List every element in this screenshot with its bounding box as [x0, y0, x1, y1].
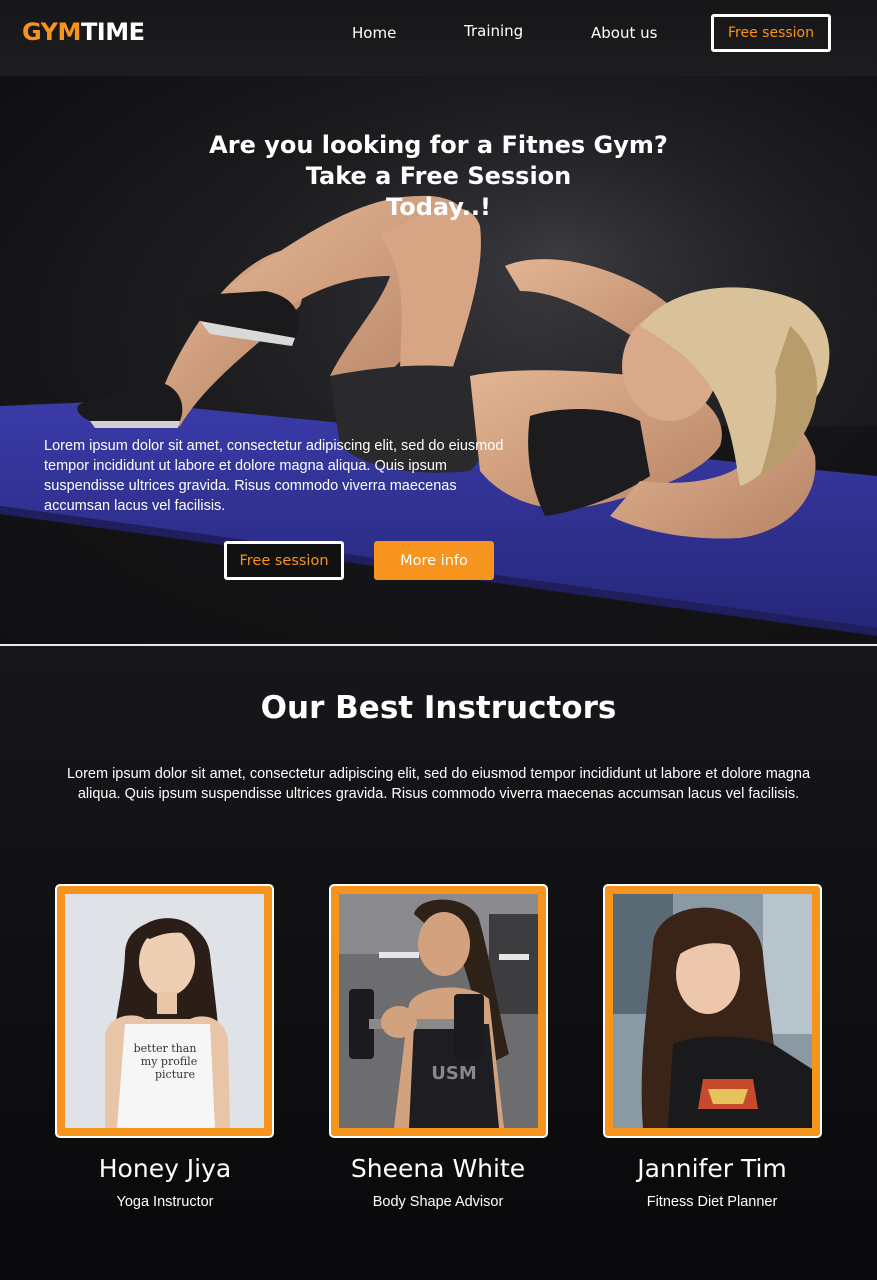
nav-link-training[interactable]: Training [464, 22, 523, 40]
hero-description: Lorem ipsum dolor sit amet, consectetur … [44, 438, 504, 514]
hero-free-session-button[interactable]: Free session [224, 541, 344, 580]
instructor-role-jannifer: Fitness Diet Planner [646, 1194, 778, 1210]
hero-more-info-button[interactable]: More info [374, 541, 494, 580]
nav-link-home[interactable]: Home [352, 24, 396, 42]
instructor-name-sheena: Sheena White [350, 1154, 526, 1183]
instructor-photo-frame [603, 884, 822, 1138]
instructor-role-sheena: Body Shape Advisor [372, 1194, 504, 1210]
hero-headline-line2: Take a Free Session [305, 162, 572, 190]
logo-time-text: TIME [80, 18, 145, 46]
instructor-name-jannifer: Jannifer Tim [637, 1154, 787, 1183]
instructor-photo-frame: USM [329, 884, 548, 1138]
instructor-photo-honey: better than my profile picture [65, 894, 264, 1128]
instructors-title: Our Best Instructors [260, 690, 617, 726]
hero-headline-line1: Are you looking for a Fitnes Gym? [209, 131, 668, 159]
hero-headline-line3: Today..! [386, 193, 491, 221]
logo-gym-text: GYM [22, 18, 81, 46]
instructor-card-honey[interactable]: better than my profile picture [55, 884, 274, 1138]
instructor-card-sheena[interactable]: USM [329, 884, 548, 1138]
instructor-role-honey: Yoga Instructor [116, 1194, 214, 1210]
svg-text:my profile: my profile [141, 1055, 197, 1068]
instructor-photo-jannifer [613, 894, 812, 1128]
instructor-photo-frame: better than my profile picture [55, 884, 274, 1138]
instructor-image-jannifer [613, 894, 812, 1128]
nav-link-about[interactable]: About us [591, 24, 657, 42]
instructor-image-sheena: USM [339, 894, 538, 1128]
instructor-image-honey: better than my profile picture [65, 894, 264, 1128]
top-navbar: GYMTIME Home Training About us Free sess… [0, 0, 877, 76]
instructor-card-jannifer[interactable] [603, 884, 822, 1138]
instructors-section: Our Best Instructors Lorem ipsum dolor s… [0, 646, 877, 1280]
instructors-description: Lorem ipsum dolor sit amet, consectetur … [66, 766, 811, 802]
hero-headline: Are you looking for a Fitnes Gym? Take a… [150, 130, 727, 223]
shirt-text-sheena: USM [431, 1063, 477, 1084]
brand-logo[interactable]: GYMTIME [22, 18, 145, 46]
shirt-text-honey: better than [134, 1042, 197, 1055]
nav-free-session-button[interactable]: Free session [711, 14, 831, 52]
svg-text:picture: picture [155, 1068, 195, 1081]
instructor-photo-sheena: USM [339, 894, 538, 1128]
hero-section: Are you looking for a Fitnes Gym? Take a… [0, 76, 877, 644]
instructor-name-honey: Honey Jiya [98, 1154, 232, 1183]
